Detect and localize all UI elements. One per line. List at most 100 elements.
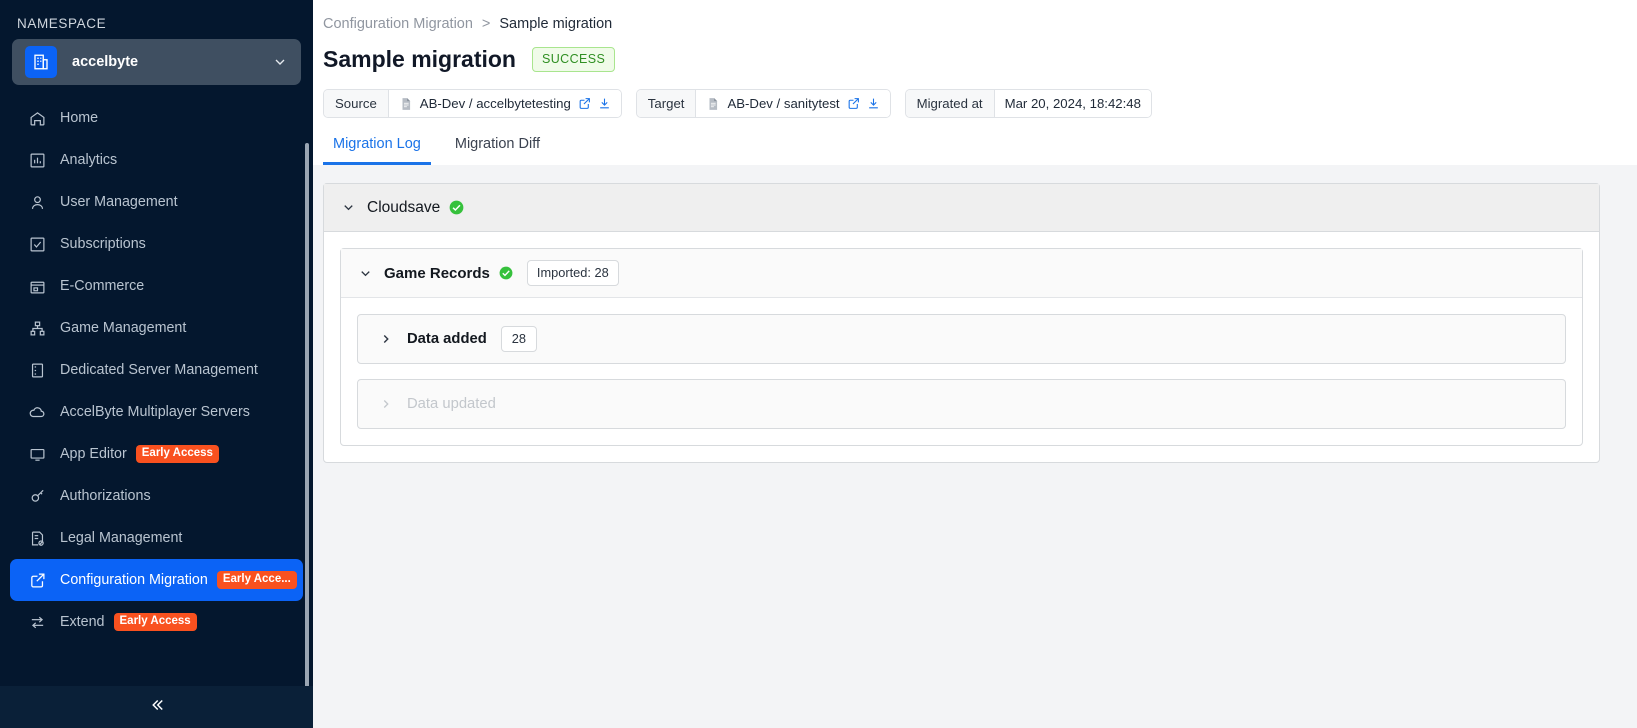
log-card: Cloudsave Game Records Imported: 28 Data…	[323, 183, 1600, 463]
server-icon	[27, 360, 47, 380]
namespace-value: accelbyte	[72, 54, 139, 70]
sidebar: NAMESPACE accelbyte Home Analytics User …	[0, 0, 313, 728]
sidebar-item-label: Analytics	[60, 152, 118, 168]
migrated-at-label: Migrated at	[905, 90, 995, 117]
status-badge: SUCCESS	[531, 47, 616, 72]
sidebar-scrollbar[interactable]	[305, 143, 309, 686]
chevron-right-icon	[376, 397, 396, 411]
chart-bar-icon	[27, 150, 47, 170]
group-title: Cloudsave	[367, 198, 441, 216]
sidebar-item-label: Configuration Migration	[60, 572, 208, 588]
row-data-added[interactable]: Data added 28	[357, 314, 1566, 364]
namespace-selector[interactable]: accelbyte	[12, 39, 301, 85]
extend-icon	[27, 612, 47, 632]
namespace-label: NAMESPACE	[17, 16, 107, 31]
section-game-records: Game Records Imported: 28 Data added 28 …	[340, 248, 1583, 446]
sidebar-item-extend[interactable]: Extend Early Access	[10, 601, 303, 643]
page-title: Sample migration	[323, 46, 516, 72]
sidebar-item-label: E-Commerce	[60, 278, 145, 294]
external-edit-icon	[27, 570, 47, 590]
app-root: NAMESPACE accelbyte Home Analytics User …	[0, 0, 1637, 728]
target-value: AB-Dev / sanitytest	[727, 96, 840, 111]
store-icon	[27, 276, 47, 296]
user-icon	[27, 192, 47, 212]
sidebar-item-label: Dedicated Server Management	[60, 362, 258, 378]
chevron-down-icon	[355, 266, 375, 281]
sidebar-item-label: Game Management	[60, 320, 187, 336]
sidebar-item-subscriptions[interactable]: Subscriptions	[10, 223, 303, 265]
target-value-group: AB-Dev / sanitytest	[696, 90, 890, 117]
success-check-icon	[449, 200, 464, 215]
page-header: Configuration Migration > Sample migrati…	[313, 0, 1637, 165]
sitemap-icon	[27, 318, 47, 338]
download-icon[interactable]	[598, 97, 611, 110]
target-label: Target	[636, 90, 697, 117]
early-access-badge: Early Acce...	[216, 571, 297, 589]
sidebar-item-label: User Management	[60, 194, 178, 210]
breadcrumb-current: Sample migration	[499, 16, 613, 32]
tab-bar: Migration Log Migration Diff	[313, 118, 1637, 165]
sidebar-item-app-editor[interactable]: App Editor Early Access	[10, 433, 303, 475]
sidebar-item-label: Authorizations	[60, 488, 151, 504]
sidebar-item-label: Home	[60, 110, 99, 126]
imported-count-badge: Imported: 28	[526, 260, 619, 286]
download-icon[interactable]	[867, 97, 880, 110]
migration-log-panel: Cloudsave Game Records Imported: 28 Data…	[313, 165, 1637, 728]
breadcrumb: Configuration Migration > Sample migrati…	[313, 16, 1637, 32]
title-row: Sample migration SUCCESS	[313, 32, 1637, 73]
row-label: Data updated	[407, 396, 496, 412]
sidebar-item-analytics[interactable]: Analytics	[10, 139, 303, 181]
sidebar-nav: Home Analytics User Management Subscript…	[0, 97, 313, 686]
checkbox-icon	[27, 234, 47, 254]
breadcrumb-parent[interactable]: Configuration Migration	[323, 16, 473, 32]
home-icon	[27, 108, 47, 128]
section-rows: Data added 28 Data updated	[341, 298, 1582, 445]
file-icon	[399, 97, 413, 111]
tab-migration-log[interactable]: Migration Log	[323, 136, 431, 165]
legal-doc-icon	[27, 528, 47, 548]
external-link-icon[interactable]	[847, 97, 860, 110]
breadcrumb-separator: >	[481, 16, 491, 32]
sidebar-collapse-button[interactable]	[0, 686, 313, 728]
sidebar-item-label: AccelByte Multiplayer Servers	[60, 404, 250, 420]
migrated-at-chip: Migrated at Mar 20, 2024, 18:42:48	[904, 89, 1152, 118]
row-count-badge: 28	[500, 326, 537, 352]
sidebar-item-label: App Editor	[60, 446, 127, 462]
section-title: Game Records	[384, 264, 490, 282]
sidebar-item-authorizations[interactable]: Authorizations	[10, 475, 303, 517]
section-header-game-records[interactable]: Game Records Imported: 28	[341, 249, 1582, 298]
chevron-down-icon	[338, 200, 358, 215]
namespace-building-icon	[25, 46, 57, 78]
row-label: Data added	[407, 331, 487, 347]
sidebar-item-dedicated-server-management[interactable]: Dedicated Server Management	[10, 349, 303, 391]
sidebar-item-legal-management[interactable]: Legal Management	[10, 517, 303, 559]
source-value-group: AB-Dev / accelbytetesting	[388, 90, 621, 117]
sidebar-item-label: Subscriptions	[60, 236, 146, 252]
migrated-at-value: Mar 20, 2024, 18:42:48	[994, 90, 1151, 117]
tab-migration-diff[interactable]: Migration Diff	[445, 136, 550, 165]
sidebar-item-user-management[interactable]: User Management	[10, 181, 303, 223]
sidebar-item-accelbyte-multiplayer-servers[interactable]: AccelByte Multiplayer Servers	[10, 391, 303, 433]
key-icon	[27, 486, 47, 506]
source-chip: Source AB-Dev / accelbytetesting	[323, 89, 622, 118]
sidebar-item-e-commerce[interactable]: E-Commerce	[10, 265, 303, 307]
sidebar-item-configuration-migration[interactable]: Configuration Migration Early Acce...	[10, 559, 303, 601]
cloud-icon	[27, 402, 47, 422]
source-label: Source	[324, 90, 389, 117]
chevron-right-icon	[376, 332, 396, 346]
sidebar-item-home[interactable]: Home	[10, 97, 303, 139]
early-access-badge: Early Access	[135, 445, 219, 463]
monitor-icon	[27, 444, 47, 464]
chevron-down-icon	[272, 54, 288, 70]
group-header-cloudsave[interactable]: Cloudsave	[324, 184, 1599, 232]
external-link-icon[interactable]	[578, 97, 591, 110]
sidebar-item-label: Legal Management	[60, 530, 183, 546]
source-value: AB-Dev / accelbytetesting	[419, 96, 571, 111]
success-check-icon	[499, 266, 513, 280]
target-chip: Target AB-Dev / sanitytest	[635, 89, 891, 118]
meta-row: Source AB-Dev / accelbytetesting Target …	[313, 73, 1637, 118]
sidebar-item-game-management[interactable]: Game Management	[10, 307, 303, 349]
row-data-updated: Data updated	[357, 379, 1566, 429]
sidebar-item-label: Extend	[60, 614, 105, 630]
file-icon	[706, 97, 720, 111]
